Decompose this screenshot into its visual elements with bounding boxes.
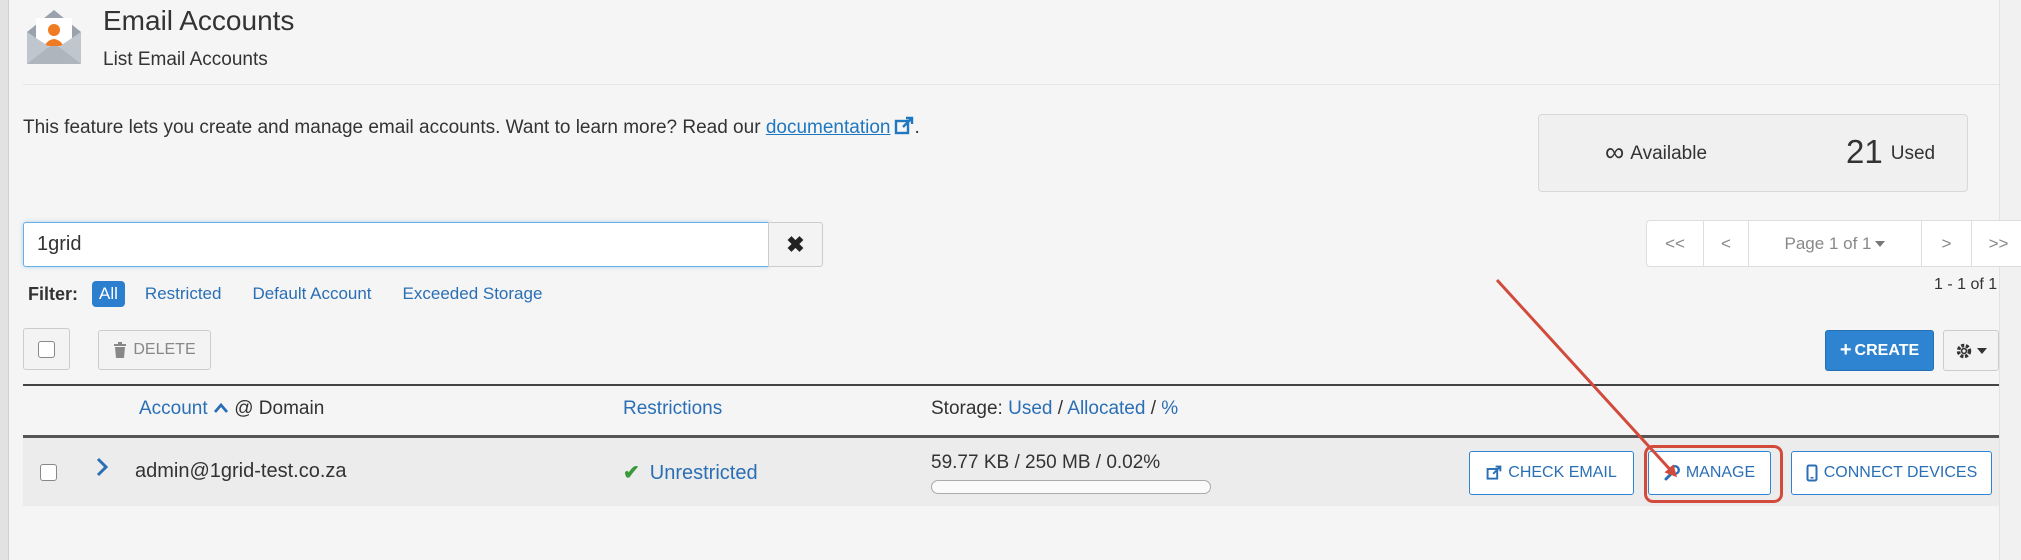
first-page-button[interactable]: << bbox=[1647, 221, 1704, 266]
results-range: 1 - 1 of 1 bbox=[1934, 276, 1998, 293]
gear-icon bbox=[1956, 343, 1972, 358]
check-email-label: CHECK EMAIL bbox=[1508, 464, 1617, 481]
account-email: admin@1grid-test.co.za bbox=[135, 460, 347, 482]
sort-used-header[interactable]: Used bbox=[1008, 398, 1052, 419]
sort-allocated-header[interactable]: Allocated bbox=[1067, 398, 1145, 419]
slash-separator: / bbox=[1057, 398, 1064, 419]
clear-search-button[interactable]: ✖ bbox=[768, 222, 823, 267]
left-panel-edge bbox=[0, 0, 9, 560]
filter-restricted[interactable]: Restricted bbox=[145, 284, 222, 304]
create-button[interactable]: + CREATE bbox=[1825, 330, 1934, 371]
available-stat: ∞ Available bbox=[1605, 137, 1707, 168]
sort-restrictions-header[interactable]: Restrictions bbox=[623, 398, 722, 420]
feature-description: This feature lets you create and manage … bbox=[23, 116, 920, 139]
usage-stats-box: ∞ Available 21 Used bbox=[1538, 114, 1968, 192]
storage-header: Storage: Used / Allocated / % bbox=[931, 398, 1178, 420]
page-label: Page 1 of 1 bbox=[1784, 233, 1872, 253]
scrollbar[interactable] bbox=[1999, 0, 2021, 560]
sort-account-header[interactable]: Account @ Domain bbox=[139, 398, 324, 420]
divider bbox=[23, 84, 1999, 85]
domain-header-label: @ Domain bbox=[234, 398, 325, 419]
trash-icon bbox=[114, 342, 127, 358]
select-all-checkbox[interactable] bbox=[23, 328, 70, 370]
email-accounts-icon bbox=[27, 10, 81, 64]
chevron-right-icon bbox=[96, 457, 109, 477]
last-page-button[interactable]: >> bbox=[1972, 221, 2021, 266]
filter-all[interactable]: All bbox=[92, 281, 125, 307]
search-input[interactable] bbox=[23, 222, 769, 267]
caret-down-icon bbox=[1875, 240, 1886, 247]
intro-text: This feature lets you create and manage … bbox=[23, 117, 766, 138]
table-top-border bbox=[23, 384, 1999, 386]
restriction-status[interactable]: ✔ Unrestricted bbox=[623, 460, 758, 485]
intro-suffix: . bbox=[914, 117, 920, 138]
storage-header-label: Storage: bbox=[931, 398, 1003, 419]
next-page-button[interactable]: > bbox=[1922, 221, 1972, 266]
delete-button[interactable]: DELETE bbox=[98, 330, 211, 370]
connect-devices-button[interactable]: CONNECT DEVICES bbox=[1791, 451, 1992, 495]
delete-label: DELETE bbox=[133, 341, 196, 358]
infinity-icon: ∞ bbox=[1605, 137, 1625, 167]
account-header-label: Account bbox=[139, 398, 208, 419]
available-label: Available bbox=[1630, 143, 1708, 164]
connect-devices-label: CONNECT DEVICES bbox=[1823, 464, 1978, 481]
search-group: ✖ bbox=[23, 222, 823, 267]
expand-row-icon[interactable] bbox=[95, 454, 109, 485]
filter-bar: Filter: All Restricted Default Account E… bbox=[28, 280, 573, 308]
storage-usage-text: 59.77 KB / 250 MB / 0.02% bbox=[931, 452, 1161, 473]
used-stat: 21 Used bbox=[1846, 133, 1935, 171]
sort-percent-header[interactable]: % bbox=[1161, 398, 1178, 419]
previous-page-button[interactable]: < bbox=[1704, 221, 1749, 266]
row-checkbox[interactable] bbox=[40, 464, 57, 481]
filter-default-account[interactable]: Default Account bbox=[252, 284, 371, 304]
filter-label: Filter: bbox=[28, 283, 79, 304]
sort-up-icon bbox=[213, 402, 229, 413]
storage-progress-bar bbox=[931, 480, 1211, 494]
pagination: << < Page 1 of 1 > >> bbox=[1646, 220, 2021, 267]
plus-icon: + bbox=[1839, 339, 1852, 361]
page-title: Email Accounts bbox=[103, 5, 295, 36]
annotation-highlight-box bbox=[1644, 445, 1783, 503]
mobile-device-icon bbox=[1806, 464, 1818, 482]
page-selector[interactable]: Page 1 of 1 bbox=[1749, 221, 1922, 266]
slash-separator: / bbox=[1150, 398, 1156, 419]
checkbox-box bbox=[38, 340, 55, 358]
caret-down-icon bbox=[1977, 347, 1987, 354]
restriction-label: Unrestricted bbox=[649, 462, 758, 484]
filter-exceeded-storage[interactable]: Exceeded Storage bbox=[403, 284, 543, 304]
used-label: Used bbox=[1890, 143, 1936, 164]
external-link-icon bbox=[1486, 465, 1502, 480]
check-email-button[interactable]: CHECK EMAIL bbox=[1469, 451, 1634, 495]
create-label: CREATE bbox=[1854, 341, 1920, 359]
settings-dropdown-button[interactable] bbox=[1943, 330, 1999, 371]
external-link-icon[interactable] bbox=[894, 116, 914, 136]
documentation-link[interactable]: documentation bbox=[766, 117, 891, 138]
page-subtitle: List Email Accounts bbox=[103, 49, 268, 70]
used-count: 21 bbox=[1846, 133, 1883, 170]
checkmark-icon: ✔ bbox=[623, 462, 640, 484]
